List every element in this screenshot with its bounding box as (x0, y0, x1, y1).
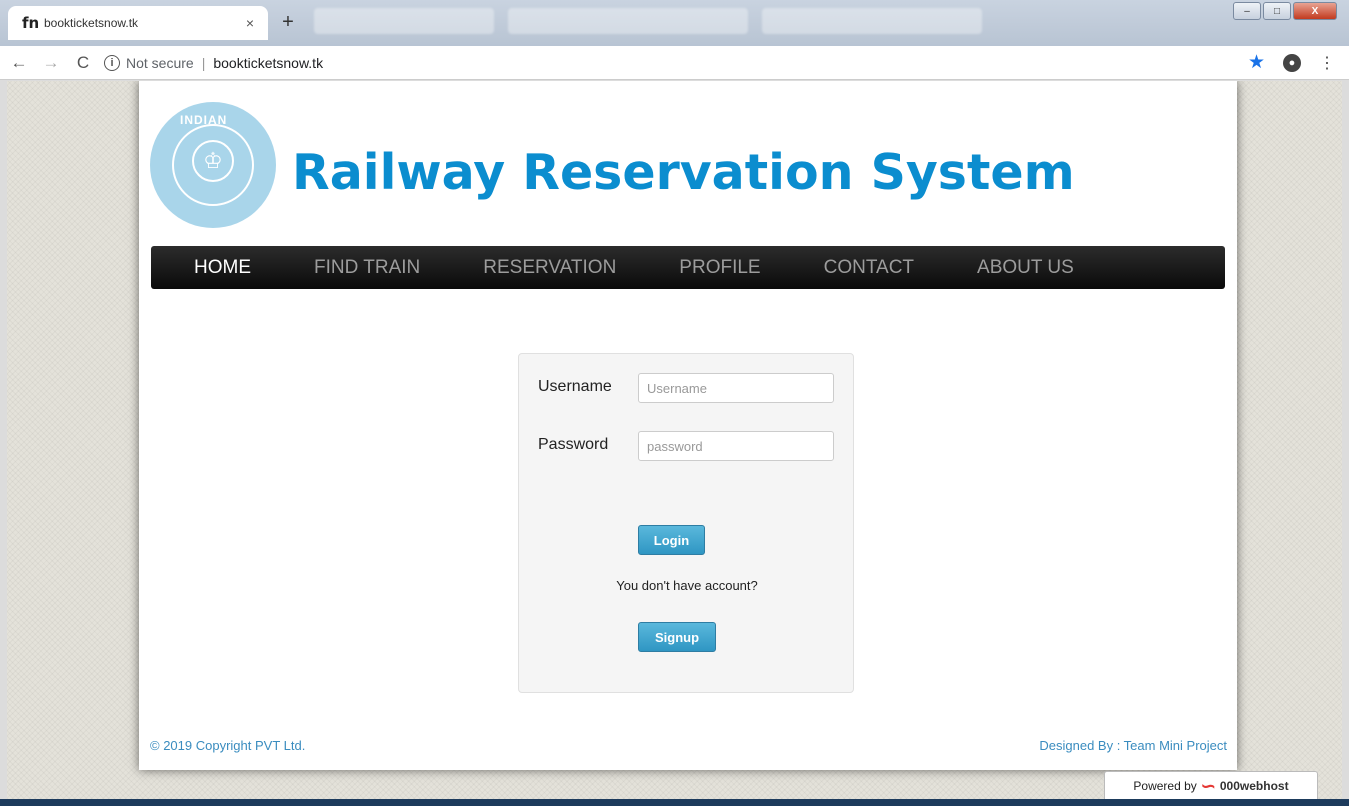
copyright-text: © 2019 Copyright PVT Ltd. (150, 738, 306, 753)
nav-home[interactable]: HOME (194, 257, 251, 279)
favicon-icon: fn (22, 14, 40, 32)
info-icon[interactable]: i (104, 54, 120, 71)
webhost-icon: ∽ (1200, 775, 1216, 796)
browser-tab-inactive[interactable] (762, 8, 982, 34)
close-window-button[interactable]: X (1293, 2, 1337, 20)
back-icon[interactable]: ← (6, 53, 32, 73)
new-tab-button[interactable]: + (276, 10, 300, 34)
nav-reservation[interactable]: RESERVATION (483, 257, 616, 279)
address-bar: ← → C i Not secure | bookticketsnow.tk ★… (0, 46, 1349, 80)
bookmark-star-icon[interactable]: ★ (1248, 51, 1265, 74)
site-title: Railway Reservation System (292, 144, 1075, 201)
password-input[interactable] (638, 431, 834, 461)
page-container: INDIAN ♔ Railway Reservation System HOME… (139, 81, 1237, 770)
os-taskbar (0, 799, 1349, 806)
forward-icon[interactable]: → (38, 53, 64, 73)
url-field[interactable]: i Not secure | bookticketsnow.tk (104, 50, 1236, 76)
account-icon[interactable]: ● (1283, 53, 1301, 72)
nav-about-us[interactable]: ABOUT US (977, 257, 1074, 279)
powered-by-badge[interactable]: Powered by ∽ 000webhost (1104, 771, 1318, 799)
tab-close-icon[interactable]: × (242, 15, 258, 31)
nav-find-train[interactable]: FIND TRAIN (314, 257, 420, 279)
page-viewport: INDIAN ♔ Railway Reservation System HOME… (7, 81, 1342, 799)
login-button[interactable]: Login (638, 525, 705, 555)
maximize-button[interactable]: □ (1263, 2, 1291, 20)
browser-tab-inactive[interactable] (508, 8, 748, 34)
signup-prompt: You don't have account? (616, 578, 758, 593)
nav-profile[interactable]: PROFILE (679, 257, 760, 279)
login-form: Username Password Login You don't have a… (518, 353, 854, 693)
window-controls: – □ X (1233, 2, 1337, 20)
minimize-button[interactable]: – (1233, 2, 1261, 20)
tab-title: bookticketsnow.tk (44, 16, 139, 30)
tab-strip: fn bookticketsnow.tk × + (8, 6, 982, 40)
username-input[interactable] (638, 373, 834, 403)
username-label: Username (538, 378, 612, 395)
security-label: Not secure (126, 54, 194, 71)
browser-tab-active[interactable]: fn bookticketsnow.tk × (8, 6, 268, 40)
reload-icon[interactable]: C (70, 53, 96, 73)
signup-button[interactable]: Signup (638, 622, 716, 652)
password-label: Password (538, 436, 609, 453)
toolbar-icons: ★ ● ⋮ (1248, 51, 1335, 74)
url-text[interactable]: bookticketsnow.tk (213, 55, 323, 71)
nav-contact[interactable]: CONTACT (824, 257, 914, 279)
browser-menu-icon[interactable]: ⋮ (1319, 53, 1335, 73)
url-separator: | (201, 54, 206, 71)
emblem-icon: ♔ (192, 140, 234, 182)
designed-by-text: Designed By : Team Mini Project (1039, 738, 1227, 753)
webhost-name: 000webhost (1219, 779, 1289, 793)
browser-titlebar: fn bookticketsnow.tk × + – □ X (0, 0, 1349, 46)
indian-railways-logo: INDIAN ♔ (150, 102, 276, 228)
powered-by-label: Powered by (1133, 779, 1197, 793)
browser-tab-inactive[interactable] (314, 8, 494, 34)
main-nav: HOME FIND TRAIN RESERVATION PROFILE CONT… (151, 246, 1225, 289)
